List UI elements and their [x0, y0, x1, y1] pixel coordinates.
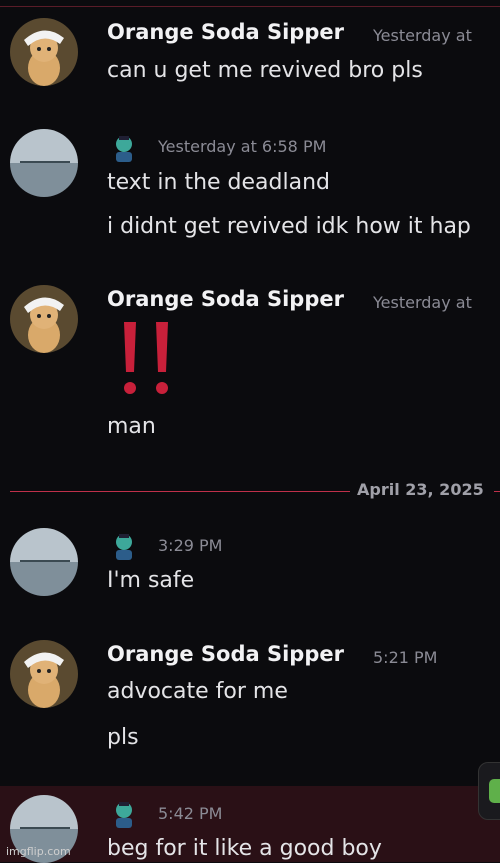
timestamp: Yesterday at — [373, 293, 472, 312]
reaction-button[interactable] — [478, 762, 500, 820]
lake-avatar-icon — [10, 528, 78, 596]
date-divider-line-right — [494, 491, 500, 492]
message-text: i didnt get revived idk how it hap — [107, 214, 471, 239]
zombie-emoji-icon — [116, 136, 132, 162]
avatar-cat[interactable] — [10, 285, 78, 353]
cat-avatar-icon — [10, 640, 78, 708]
watermark: imgflip.com — [6, 845, 71, 858]
username[interactable]: Orange Soda Sipper — [107, 642, 344, 666]
avatar-cat[interactable] — [10, 640, 78, 708]
message-text: text in the deadland — [107, 170, 331, 195]
avatar-cat[interactable] — [10, 18, 78, 86]
timestamp: 5:42 PM — [158, 804, 223, 823]
timestamp: 5:21 PM — [373, 648, 438, 667]
avatar-lake[interactable] — [10, 129, 78, 197]
timestamp: Yesterday at 6:58 PM — [158, 137, 327, 156]
message-text: beg for it like a good boy — [107, 836, 382, 861]
timestamp: Yesterday at — [373, 26, 472, 45]
date-divider: April 23, 2025 — [357, 480, 484, 499]
cat-avatar-icon — [10, 18, 78, 86]
cat-avatar-icon — [10, 285, 78, 353]
username[interactable]: Orange Soda Sipper — [107, 287, 344, 311]
lake-avatar-icon — [10, 129, 78, 197]
double-exclamation-icon — [124, 322, 168, 394]
avatar-lake[interactable] — [10, 528, 78, 596]
message-text: man — [107, 414, 156, 439]
date-divider-line — [10, 491, 350, 492]
top-divider — [0, 6, 500, 7]
zombie-emoji-icon — [116, 802, 132, 828]
message-text: I'm safe — [107, 568, 195, 593]
message-text: can u get me revived bro pls — [107, 58, 423, 83]
check-icon — [489, 779, 500, 803]
message-text: advocate for me — [107, 679, 288, 704]
username[interactable]: Orange Soda Sipper — [107, 20, 344, 44]
timestamp: 3:29 PM — [158, 536, 223, 555]
message-text: pls — [107, 725, 139, 750]
zombie-emoji-icon — [116, 534, 132, 560]
